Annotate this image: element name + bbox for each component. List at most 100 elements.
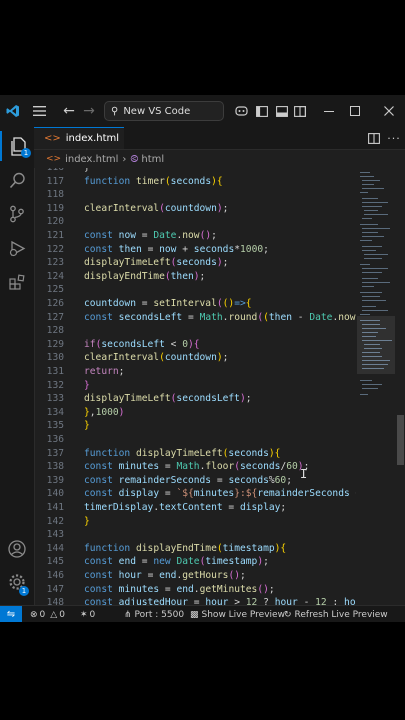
html-file-icon: <>: [44, 133, 61, 144]
editor-tabs: <> index.html ···: [34, 127, 405, 150]
vertical-scrollbar[interactable]: [396, 168, 405, 605]
settings-badge: 1: [19, 586, 29, 596]
code-text: if(secondsLeft < 0){: [84, 338, 200, 350]
code-line[interactable]: 121 const now = Date.now();: [34, 229, 356, 243]
refresh-icon: ↻: [284, 609, 292, 620]
preview-icon: ▩: [190, 609, 199, 620]
code-text: const adjustedHour = hour > 12 ? hour - …: [84, 597, 356, 605]
code-line[interactable]: 145 const end = new Date(timestamp);: [34, 555, 356, 569]
command-center-search[interactable]: ⚲ New VS Code: [104, 101, 224, 121]
toggle-primary-sidebar-icon[interactable]: [252, 95, 272, 127]
port-label: Port : 5500: [134, 609, 185, 620]
line-number: 134: [46, 406, 64, 418]
line-number: 133: [46, 393, 64, 405]
extensions-icon[interactable]: [0, 267, 34, 297]
breadcrumb: <> index.html › ⧀ html: [34, 150, 405, 168]
code-editor[interactable]: 116}117function timer(seconds){118119cle…: [34, 168, 356, 605]
code-line[interactable]: 120: [34, 215, 356, 229]
code-line[interactable]: 123 displayTimeLeft(seconds);: [34, 256, 356, 270]
show-live-preview-button[interactable]: ▩ Show Live Preview: [190, 606, 285, 622]
explorer-icon[interactable]: 1: [0, 131, 34, 161]
remote-indicator-icon[interactable]: ⇋: [0, 606, 22, 622]
breadcrumb-file[interactable]: index.html: [65, 154, 118, 165]
code-text: const minutes = Math.floor(seconds/60);: [84, 461, 310, 473]
toggle-secondary-sidebar-icon[interactable]: [290, 95, 310, 127]
code-line[interactable]: 128: [34, 324, 356, 338]
html-file-icon: <>: [46, 154, 62, 164]
code-line[interactable]: 129 if(secondsLeft < 0){: [34, 338, 356, 352]
minimize-icon[interactable]: [318, 95, 340, 127]
code-line[interactable]: 136: [34, 433, 356, 447]
search-icon: ⚲: [111, 105, 119, 117]
code-text: const display = `${minutes}:${remainderS…: [84, 488, 356, 500]
code-line[interactable]: 147 const minutes = end.getMinutes();: [34, 583, 356, 597]
tab-index-html[interactable]: <> index.html: [34, 127, 124, 149]
account-icon[interactable]: [0, 534, 34, 564]
scrollbar-thumb[interactable]: [397, 415, 404, 465]
code-text: function timer(seconds){: [84, 175, 223, 187]
text-cursor-icon: I: [300, 467, 308, 481]
code-text: function displayTimeLeft(seconds){: [84, 447, 281, 459]
problems-status[interactable]: ⊗ 0 △ 0: [30, 606, 65, 622]
code-line[interactable]: 142}: [34, 515, 356, 529]
search-icon[interactable]: [0, 165, 34, 195]
line-number: 135: [46, 420, 64, 432]
line-number: 140: [46, 488, 64, 500]
code-line[interactable]: 119 clearInterval(countdown);: [34, 202, 356, 216]
info-status[interactable]: ✶ 0: [80, 606, 95, 622]
tab-label: index.html: [65, 133, 120, 144]
code-line[interactable]: 130 clearInterval(countdown);: [34, 351, 356, 365]
run-debug-icon[interactable]: [0, 233, 34, 263]
code-line[interactable]: 117 function timer(seconds){: [34, 175, 356, 189]
code-line[interactable]: 132}: [34, 379, 356, 393]
code-text: }: [84, 168, 90, 175]
code-line[interactable]: 140 const display = `${minutes}:${remaind…: [34, 487, 356, 501]
menu-icon[interactable]: [26, 95, 52, 127]
code-line[interactable]: 135}: [34, 419, 356, 433]
code-line[interactable]: 124 displayEndTime(then);: [34, 270, 356, 284]
show-live-preview-label: Show Live Preview: [201, 609, 285, 620]
forward-arrow-icon[interactable]: →: [78, 95, 100, 127]
code-line[interactable]: 116}: [34, 168, 356, 175]
code-line[interactable]: 148 const adjustedHour = hour > 12 ? hour…: [34, 596, 356, 605]
source-control-icon[interactable]: [0, 199, 34, 229]
code-line[interactable]: 146 const hour = end.getHours();: [34, 569, 356, 583]
split-editor-icon[interactable]: [364, 127, 384, 149]
code-line[interactable]: 141 timerDisplay.textContent = display;: [34, 501, 356, 515]
code-line[interactable]: 133 displayTimeLeft(secondsLeft);: [34, 392, 356, 406]
code-text: const remainderSeconds = seconds%60;: [84, 474, 292, 486]
close-icon[interactable]: [378, 95, 400, 127]
code-line[interactable]: 126 countdown = setInterval(()=>{: [34, 297, 356, 311]
code-text: return;: [84, 366, 125, 377]
code-line[interactable]: 127 const secondsLeft = Math.round((then …: [34, 311, 356, 325]
code-text: clearInterval(countdown);: [84, 352, 229, 364]
symbol-icon: ⧀: [130, 153, 139, 165]
maximize-icon[interactable]: [344, 95, 366, 127]
line-number: 144: [46, 542, 64, 554]
breadcrumb-symbol[interactable]: html: [141, 154, 164, 165]
toggle-panel-icon[interactable]: [272, 95, 292, 127]
copilot-icon[interactable]: [231, 95, 251, 127]
line-number: 132: [46, 379, 64, 391]
line-number: 124: [46, 270, 64, 282]
code-text: }: [84, 379, 90, 391]
code-line[interactable]: 137 function displayTimeLeft(seconds){: [34, 447, 356, 461]
code-line[interactable]: 131 return;: [34, 365, 356, 379]
code-line[interactable]: 144 function displayEndTime(timestamp){: [34, 542, 356, 556]
back-arrow-icon[interactable]: ←: [58, 95, 80, 127]
line-number: 141: [46, 502, 64, 513]
code-line[interactable]: 122 const then = now + seconds*1000;: [34, 243, 356, 257]
code-line[interactable]: 134},1000): [34, 406, 356, 420]
line-number: 126: [46, 298, 64, 309]
settings-gear-icon[interactable]: 1: [0, 567, 34, 597]
refresh-live-preview-button[interactable]: ↻ Refresh Live Preview: [284, 606, 388, 622]
port-status[interactable]: ⋔ Port : 5500: [124, 606, 184, 622]
code-line[interactable]: 139 const remainderSeconds = seconds%60;: [34, 474, 356, 488]
minimap[interactable]: [357, 168, 395, 605]
code-line[interactable]: 143: [34, 528, 356, 542]
code-line[interactable]: 125: [34, 283, 356, 297]
code-line[interactable]: 118: [34, 188, 356, 202]
more-actions-icon[interactable]: ···: [384, 127, 404, 149]
code-line[interactable]: 138 const minutes = Math.floor(seconds/60…: [34, 460, 356, 474]
line-number: 125: [46, 284, 64, 296]
